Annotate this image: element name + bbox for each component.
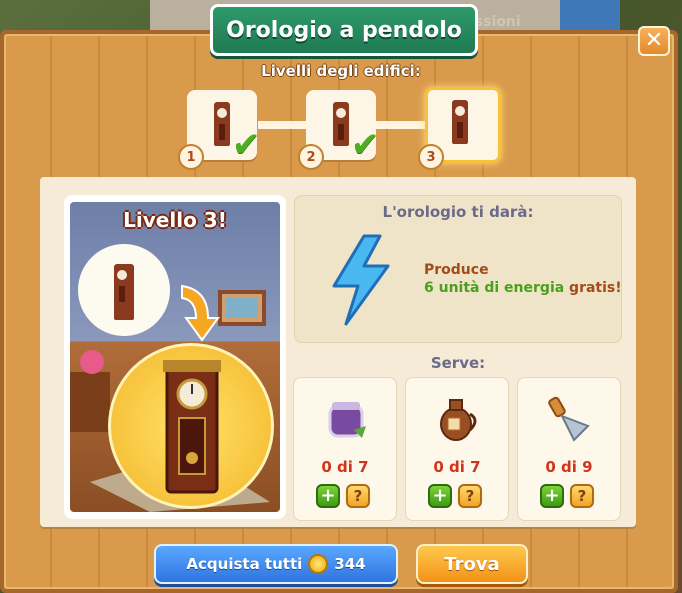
upgrade-arrow-icon	[181, 284, 220, 342]
grandfather-clock-icon	[114, 264, 134, 320]
buy-all-label: Acquista tutti	[186, 555, 303, 573]
plus-icon: +	[544, 485, 560, 506]
add-button[interactable]: +	[540, 484, 564, 508]
level-number-2: 2	[298, 144, 324, 170]
close-icon: ✕	[644, 28, 664, 53]
help-button[interactable]: ?	[458, 484, 482, 508]
add-button[interactable]: +	[316, 484, 340, 508]
lightning-icon	[332, 234, 390, 326]
jar-icon	[328, 402, 366, 438]
help-button[interactable]: ?	[570, 484, 594, 508]
levels-heading: Livelli degli edifici:	[261, 62, 421, 80]
requirement-count: 0 di 7	[321, 458, 369, 476]
question-icon: ?	[465, 486, 475, 505]
reward-heading: L'orologio ti darà:	[382, 203, 534, 221]
requirement-count: 0 di 9	[545, 458, 593, 476]
coin-icon	[308, 554, 329, 574]
buy-all-price: 344	[334, 555, 366, 573]
requirement-card: 0 di 9 + ?	[517, 377, 621, 521]
next-level-circle	[108, 343, 274, 509]
buy-all-button[interactable]: Acquista tutti 344	[154, 544, 398, 584]
requirement-card: 0 di 7 + ?	[293, 377, 397, 521]
reward-text-energy: 6 unità di energia gratis!	[424, 280, 622, 296]
question-icon: ?	[577, 486, 587, 505]
reward-text-produces: Produce	[424, 262, 489, 278]
question-icon: ?	[353, 486, 363, 505]
grandfather-clock-large-icon	[163, 360, 221, 494]
check-icon: ✔	[351, 125, 380, 165]
jug-icon	[440, 399, 477, 441]
dialog-title: Orologio a pendolo	[226, 17, 462, 43]
level-number-1: 1	[178, 144, 204, 170]
grandfather-clock-icon	[452, 100, 468, 144]
requirement-count: 0 di 7	[433, 458, 481, 476]
find-button[interactable]: Trova	[416, 544, 528, 584]
plus-icon: +	[320, 485, 336, 506]
close-button[interactable]: ✕	[638, 26, 670, 56]
reward-energy-amount: 6 unità di energia	[424, 280, 565, 296]
help-button[interactable]: ?	[346, 484, 370, 508]
title-ribbon: Orologio a pendolo	[210, 4, 478, 56]
reward-text-free: gratis!	[564, 280, 622, 296]
add-button[interactable]: +	[428, 484, 452, 508]
preview-level-title: Livello 3!	[123, 208, 227, 232]
level-number-3: 3	[418, 144, 444, 170]
grandfather-clock-icon	[333, 102, 349, 146]
trowel-icon	[548, 396, 590, 442]
check-icon: ✔	[232, 125, 261, 165]
requirements-heading: Serve:	[430, 354, 486, 372]
grandfather-clock-icon	[214, 102, 230, 146]
plus-icon: +	[432, 485, 448, 506]
current-level-circle	[78, 244, 170, 336]
requirement-card: 0 di 7 + ?	[405, 377, 509, 521]
find-label: Trova	[444, 553, 500, 575]
